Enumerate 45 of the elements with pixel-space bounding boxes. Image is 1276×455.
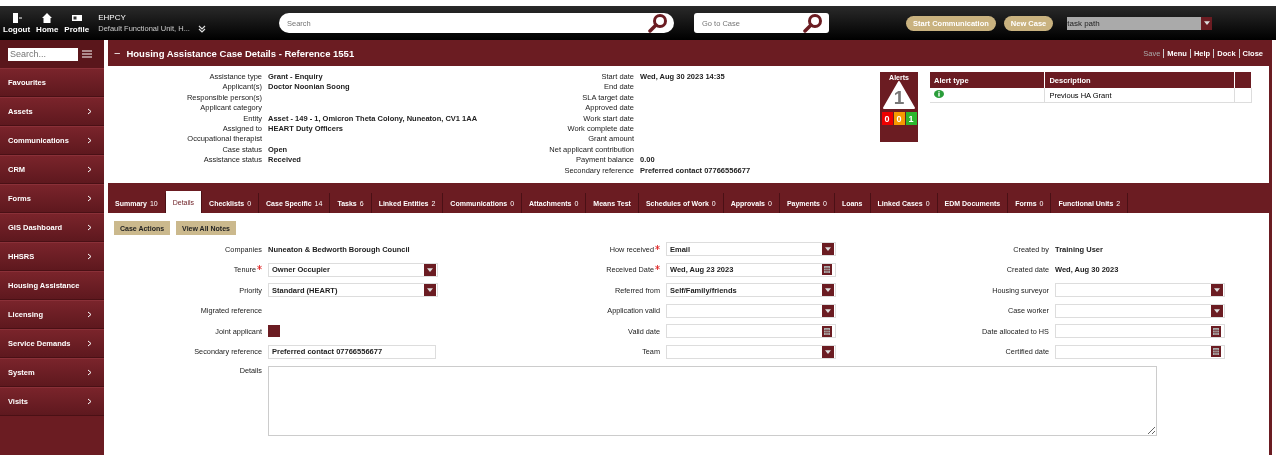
- nav-button[interactable]: Logout: [0, 12, 34, 34]
- date-field[interactable]: [1055, 344, 1225, 359]
- nav-button[interactable]: Profile: [61, 12, 93, 34]
- required-icon: [257, 265, 262, 271]
- nav-button[interactable]: Home: [33, 12, 62, 34]
- door-icon: [11, 12, 22, 23]
- caret-icon: [825, 349, 831, 354]
- calendar-icon: [1213, 348, 1219, 356]
- id-card-icon: [71, 12, 82, 23]
- caret-icon: [825, 308, 831, 313]
- alert-count: 0: [881, 112, 893, 125]
- caret-icon: [1214, 308, 1220, 313]
- menu-icon[interactable]: [82, 50, 92, 58]
- double-chevron-icon[interactable]: [197, 24, 206, 33]
- task-dropdown[interactable]: task path: [1067, 16, 1213, 30]
- details-field[interactable]: [268, 366, 1157, 436]
- warning-icon: [883, 81, 915, 109]
- dropdown-field[interactable]: [1055, 283, 1225, 298]
- date-field[interactable]: [1055, 324, 1225, 339]
- caret-icon: [1214, 288, 1220, 293]
- alert-count: 0: [893, 112, 905, 125]
- caret-icon: [427, 267, 433, 272]
- caret-icon: [825, 288, 831, 293]
- dropdown-field[interactable]: [666, 303, 836, 318]
- collapse-toggle[interactable]: −: [114, 47, 121, 59]
- info-icon: [934, 90, 944, 98]
- search-icon[interactable]: [647, 13, 668, 33]
- user-name: EHPCY: [98, 13, 127, 22]
- calendar-icon: [824, 266, 830, 274]
- calendar-icon: [824, 327, 830, 335]
- dropdown-field[interactable]: [666, 344, 836, 359]
- alert-count: 1: [905, 112, 917, 125]
- panel-title: Housing Assistance Case Details - Reference 1551: [126, 47, 356, 59]
- required-icon: [655, 244, 660, 250]
- home-icon: [42, 12, 53, 23]
- caret-icon: [825, 247, 831, 252]
- required-icon: [655, 265, 660, 271]
- calendar-icon: [1213, 327, 1219, 335]
- search-icon[interactable]: [802, 13, 823, 33]
- checkbox[interactable]: [268, 325, 280, 338]
- caret-icon: [1203, 21, 1210, 25]
- sidebar-search-field[interactable]: Search...: [8, 47, 78, 61]
- caret-icon: [427, 288, 433, 293]
- dropdown-field[interactable]: [1055, 303, 1225, 318]
- date-field[interactable]: [666, 324, 836, 339]
